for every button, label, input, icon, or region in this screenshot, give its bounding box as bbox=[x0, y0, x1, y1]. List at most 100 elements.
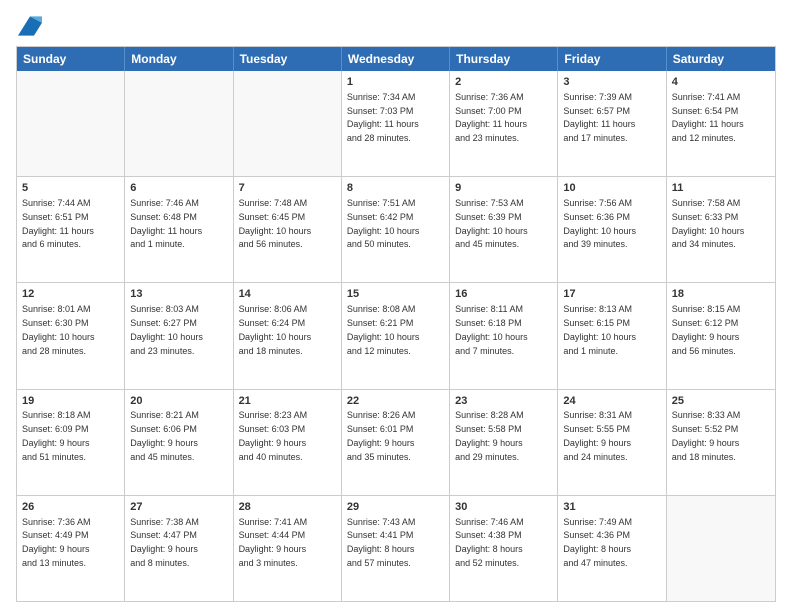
calendar-cell: 29 Sunrise: 7:43 AM Sunset: 4:41 PM Dayli… bbox=[342, 496, 450, 601]
day-number: 4 bbox=[672, 75, 770, 90]
cell-text: Sunrise: 8:06 AM Sunset: 6:24 PM Dayligh… bbox=[239, 304, 312, 355]
cell-text: Sunrise: 8:01 AM Sunset: 6:30 PM Dayligh… bbox=[22, 304, 95, 355]
day-header-saturday: Saturday bbox=[667, 47, 775, 71]
day-number: 2 bbox=[455, 75, 552, 90]
calendar-cell bbox=[234, 71, 342, 176]
cell-text: Sunrise: 7:46 AM Sunset: 4:38 PM Dayligh… bbox=[455, 517, 524, 568]
cell-text: Sunrise: 7:43 AM Sunset: 4:41 PM Dayligh… bbox=[347, 517, 416, 568]
cell-text: Sunrise: 8:26 AM Sunset: 6:01 PM Dayligh… bbox=[347, 410, 416, 461]
cell-text: Sunrise: 7:41 AM Sunset: 6:54 PM Dayligh… bbox=[672, 92, 744, 143]
cell-text: Sunrise: 7:38 AM Sunset: 4:47 PM Dayligh… bbox=[130, 517, 199, 568]
day-number: 17 bbox=[563, 287, 660, 302]
day-number: 7 bbox=[239, 181, 336, 196]
calendar-cell: 20Sunrise: 8:21 AM Sunset: 6:06 PM Dayli… bbox=[125, 390, 233, 495]
calendar-cell: 21Sunrise: 8:23 AM Sunset: 6:03 PM Dayli… bbox=[234, 390, 342, 495]
cell-text: Sunrise: 8:23 AM Sunset: 6:03 PM Dayligh… bbox=[239, 410, 308, 461]
cell-text: Sunrise: 7:48 AM Sunset: 6:45 PM Dayligh… bbox=[239, 198, 312, 249]
calendar-cell: 9 Sunrise: 7:53 AM Sunset: 6:39 PM Daylig… bbox=[450, 177, 558, 282]
calendar-cell bbox=[667, 496, 775, 601]
calendar-cell: 13 Sunrise: 8:03 AM Sunset: 6:27 PM Dayli… bbox=[125, 283, 233, 388]
cell-text: Sunrise: 8:11 AM Sunset: 6:18 PM Dayligh… bbox=[455, 304, 528, 355]
cell-text: Sunrise: 7:49 AM Sunset: 4:36 PM Dayligh… bbox=[563, 517, 632, 568]
calendar-cell: 16Sunrise: 8:11 AM Sunset: 6:18 PM Dayli… bbox=[450, 283, 558, 388]
day-number: 19 bbox=[22, 394, 119, 409]
week-row: 12 Sunrise: 8:01 AM Sunset: 6:30 PM Dayli… bbox=[17, 283, 775, 389]
cell-text: Sunrise: 7:56 AM Sunset: 6:36 PM Dayligh… bbox=[563, 198, 636, 249]
day-number: 21 bbox=[239, 394, 336, 409]
cell-text: Sunrise: 7:34 AM Sunset: 7:03 PM Dayligh… bbox=[347, 92, 419, 143]
cell-text: Sunrise: 7:53 AM Sunset: 6:39 PM Dayligh… bbox=[455, 198, 528, 249]
calendar-cell: 31 Sunrise: 7:49 AM Sunset: 4:36 PM Dayli… bbox=[558, 496, 666, 601]
calendar-cell: 8Sunrise: 7:51 AM Sunset: 6:42 PM Daylig… bbox=[342, 177, 450, 282]
day-headers: SundayMondayTuesdayWednesdayThursdayFrid… bbox=[17, 47, 775, 71]
cell-text: Sunrise: 8:08 AM Sunset: 6:21 PM Dayligh… bbox=[347, 304, 420, 355]
calendar-cell: 18 Sunrise: 8:15 AM Sunset: 6:12 PM Dayli… bbox=[667, 283, 775, 388]
calendar-cell: 10 Sunrise: 7:56 AM Sunset: 6:36 PM Dayli… bbox=[558, 177, 666, 282]
cell-text: Sunrise: 8:31 AM Sunset: 5:55 PM Dayligh… bbox=[563, 410, 632, 461]
calendar-cell: 11Sunrise: 7:58 AM Sunset: 6:33 PM Dayli… bbox=[667, 177, 775, 282]
day-number: 31 bbox=[563, 500, 660, 515]
calendar-cell: 1 Sunrise: 7:34 AM Sunset: 7:03 PM Daylig… bbox=[342, 71, 450, 176]
day-number: 20 bbox=[130, 394, 227, 409]
cell-text: Sunrise: 7:36 AM Sunset: 4:49 PM Dayligh… bbox=[22, 517, 91, 568]
day-number: 13 bbox=[130, 287, 227, 302]
calendar-cell: 6 Sunrise: 7:46 AM Sunset: 6:48 PM Daylig… bbox=[125, 177, 233, 282]
calendar-cell: 25Sunrise: 8:33 AM Sunset: 5:52 PM Dayli… bbox=[667, 390, 775, 495]
calendar-cell: 28 Sunrise: 7:41 AM Sunset: 4:44 PM Dayli… bbox=[234, 496, 342, 601]
day-number: 12 bbox=[22, 287, 119, 302]
day-number: 24 bbox=[563, 394, 660, 409]
day-header-wednesday: Wednesday bbox=[342, 47, 450, 71]
calendar-cell: 24Sunrise: 8:31 AM Sunset: 5:55 PM Dayli… bbox=[558, 390, 666, 495]
day-number: 1 bbox=[347, 75, 444, 90]
day-number: 10 bbox=[563, 181, 660, 196]
day-number: 27 bbox=[130, 500, 227, 515]
day-number: 5 bbox=[22, 181, 119, 196]
cell-text: Sunrise: 7:39 AM Sunset: 6:57 PM Dayligh… bbox=[563, 92, 635, 143]
week-row: 5 Sunrise: 7:44 AM Sunset: 6:51 PM Daylig… bbox=[17, 177, 775, 283]
week-row: 26 Sunrise: 7:36 AM Sunset: 4:49 PM Dayli… bbox=[17, 496, 775, 601]
calendar-cell: 27 Sunrise: 7:38 AM Sunset: 4:47 PM Dayli… bbox=[125, 496, 233, 601]
cell-text: Sunrise: 8:03 AM Sunset: 6:27 PM Dayligh… bbox=[130, 304, 203, 355]
day-number: 26 bbox=[22, 500, 119, 515]
cell-text: Sunrise: 7:51 AM Sunset: 6:42 PM Dayligh… bbox=[347, 198, 420, 249]
cell-text: Sunrise: 7:46 AM Sunset: 6:48 PM Dayligh… bbox=[130, 198, 202, 249]
cell-text: Sunrise: 8:33 AM Sunset: 5:52 PM Dayligh… bbox=[672, 410, 741, 461]
calendar-cell: 7 Sunrise: 7:48 AM Sunset: 6:45 PM Daylig… bbox=[234, 177, 342, 282]
calendar-cell: 14 Sunrise: 8:06 AM Sunset: 6:24 PM Dayli… bbox=[234, 283, 342, 388]
cell-text: Sunrise: 7:44 AM Sunset: 6:51 PM Dayligh… bbox=[22, 198, 94, 249]
day-number: 6 bbox=[130, 181, 227, 196]
day-number: 18 bbox=[672, 287, 770, 302]
calendar-cell: 17 Sunrise: 8:13 AM Sunset: 6:15 PM Dayli… bbox=[558, 283, 666, 388]
logo bbox=[16, 16, 42, 36]
week-row: 1 Sunrise: 7:34 AM Sunset: 7:03 PM Daylig… bbox=[17, 71, 775, 177]
day-number: 22 bbox=[347, 394, 444, 409]
cell-text: Sunrise: 7:58 AM Sunset: 6:33 PM Dayligh… bbox=[672, 198, 745, 249]
day-number: 28 bbox=[239, 500, 336, 515]
cell-text: Sunrise: 8:21 AM Sunset: 6:06 PM Dayligh… bbox=[130, 410, 199, 461]
day-number: 9 bbox=[455, 181, 552, 196]
day-number: 15 bbox=[347, 287, 444, 302]
calendar-cell: 30 Sunrise: 7:46 AM Sunset: 4:38 PM Dayli… bbox=[450, 496, 558, 601]
logo-icon bbox=[18, 16, 42, 36]
cell-text: Sunrise: 8:18 AM Sunset: 6:09 PM Dayligh… bbox=[22, 410, 91, 461]
calendar-cell bbox=[17, 71, 125, 176]
calendar-cell bbox=[125, 71, 233, 176]
day-header-sunday: Sunday bbox=[17, 47, 125, 71]
cell-text: Sunrise: 8:13 AM Sunset: 6:15 PM Dayligh… bbox=[563, 304, 636, 355]
cell-text: Sunrise: 8:28 AM Sunset: 5:58 PM Dayligh… bbox=[455, 410, 524, 461]
calendar-cell: 23Sunrise: 8:28 AM Sunset: 5:58 PM Dayli… bbox=[450, 390, 558, 495]
day-number: 14 bbox=[239, 287, 336, 302]
day-header-monday: Monday bbox=[125, 47, 233, 71]
cell-text: Sunrise: 7:36 AM Sunset: 7:00 PM Dayligh… bbox=[455, 92, 527, 143]
day-number: 29 bbox=[347, 500, 444, 515]
cell-text: Sunrise: 8:15 AM Sunset: 6:12 PM Dayligh… bbox=[672, 304, 741, 355]
week-row: 19Sunrise: 8:18 AM Sunset: 6:09 PM Dayli… bbox=[17, 390, 775, 496]
day-header-thursday: Thursday bbox=[450, 47, 558, 71]
calendar-cell: 2 Sunrise: 7:36 AM Sunset: 7:00 PM Daylig… bbox=[450, 71, 558, 176]
cell-text: Sunrise: 7:41 AM Sunset: 4:44 PM Dayligh… bbox=[239, 517, 308, 568]
calendar-cell: 3Sunrise: 7:39 AM Sunset: 6:57 PM Daylig… bbox=[558, 71, 666, 176]
day-header-tuesday: Tuesday bbox=[234, 47, 342, 71]
calendar-cell: 4 Sunrise: 7:41 AM Sunset: 6:54 PM Daylig… bbox=[667, 71, 775, 176]
day-number: 30 bbox=[455, 500, 552, 515]
page: SundayMondayTuesdayWednesdayThursdayFrid… bbox=[0, 0, 792, 612]
